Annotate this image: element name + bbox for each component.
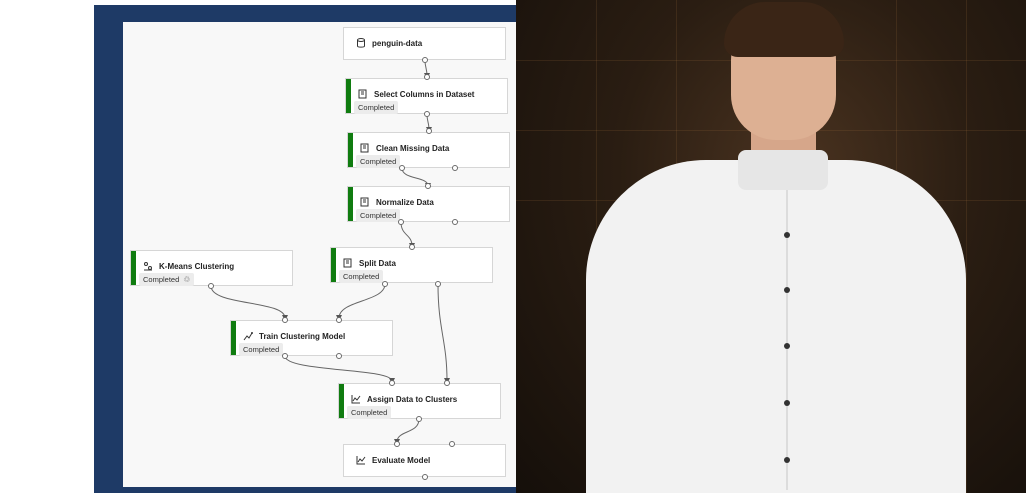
output-port[interactable] — [398, 219, 404, 225]
reuse-icon: ♲ — [183, 275, 191, 284]
status-bar — [131, 251, 136, 285]
node-title: Train Clustering Model — [259, 331, 346, 341]
node-title: Select Columns in Dataset — [374, 89, 475, 99]
output-port[interactable] — [422, 57, 428, 63]
module-icon — [360, 143, 370, 153]
status-badge: Completed — [356, 209, 401, 222]
cluster-icon — [143, 261, 153, 271]
status-bar — [346, 79, 351, 113]
module-icon — [360, 197, 370, 207]
input-port[interactable] — [425, 183, 431, 189]
status-bar — [348, 133, 353, 167]
node-title: Normalize Data — [376, 197, 434, 207]
status-badge: Completed — [239, 343, 284, 356]
pipeline-node-assign-data-to-clusters[interactable]: Assign Data to Clusters Completed — [338, 383, 501, 419]
pipeline-node-select-columns[interactable]: Select Columns in Dataset Completed — [345, 78, 508, 114]
status-badge: Completed — [347, 406, 392, 419]
pipeline-node-normalize-data[interactable]: Normalize Data Completed — [347, 186, 510, 222]
presenter-shirt — [586, 160, 966, 493]
status-badge: Completed ♲ — [139, 273, 195, 286]
status-badge: Completed — [354, 101, 399, 114]
node-title: K-Means Clustering — [159, 261, 235, 271]
pipeline-node-penguin-data[interactable]: penguin-data — [343, 27, 506, 60]
module-icon — [358, 89, 368, 99]
chart-icon — [351, 394, 361, 404]
input-port[interactable] — [424, 74, 430, 80]
output-port[interactable] — [422, 474, 428, 480]
status-badge: Completed — [356, 155, 401, 168]
input-port[interactable] — [409, 244, 415, 250]
node-title: Evaluate Model — [372, 455, 431, 465]
presenter-video — [516, 0, 1026, 493]
pipeline-node-split-data[interactable]: Split Data Completed — [330, 247, 493, 283]
status-bar — [231, 321, 236, 355]
output-port[interactable] — [336, 353, 342, 359]
output-port[interactable] — [282, 353, 288, 359]
database-icon — [356, 38, 366, 48]
input-port[interactable] — [444, 380, 450, 386]
pipeline-node-evaluate-model[interactable]: Evaluate Model — [343, 444, 506, 477]
pipeline-node-k-means-clustering[interactable]: K-Means Clustering Completed ♲ — [130, 250, 293, 286]
output-port[interactable] — [424, 111, 430, 117]
status-bar — [339, 384, 344, 418]
output-port[interactable] — [382, 281, 388, 287]
train-icon — [243, 331, 253, 341]
output-port[interactable] — [452, 165, 458, 171]
node-title: Assign Data to Clusters — [367, 394, 458, 404]
pipeline-node-train-clustering-model[interactable]: Train Clustering Model Completed — [230, 320, 393, 356]
pipeline-node-clean-missing-data[interactable]: Clean Missing Data Completed — [347, 132, 510, 168]
input-port[interactable] — [389, 380, 395, 386]
chart-icon — [356, 455, 366, 465]
node-title: Clean Missing Data — [376, 143, 450, 153]
output-port[interactable] — [399, 165, 405, 171]
status-bar — [331, 248, 336, 282]
output-port[interactable] — [208, 283, 214, 289]
output-port[interactable] — [435, 281, 441, 287]
input-port[interactable] — [394, 441, 400, 447]
status-badge: Completed — [339, 270, 384, 283]
node-title: penguin-data — [372, 38, 423, 48]
output-port[interactable] — [452, 219, 458, 225]
input-port[interactable] — [426, 128, 432, 134]
input-port[interactable] — [449, 441, 455, 447]
output-port[interactable] — [416, 416, 422, 422]
input-port[interactable] — [336, 317, 342, 323]
module-icon — [343, 258, 353, 268]
input-port[interactable] — [282, 317, 288, 323]
status-bar — [348, 187, 353, 221]
node-title: Split Data — [359, 258, 396, 268]
